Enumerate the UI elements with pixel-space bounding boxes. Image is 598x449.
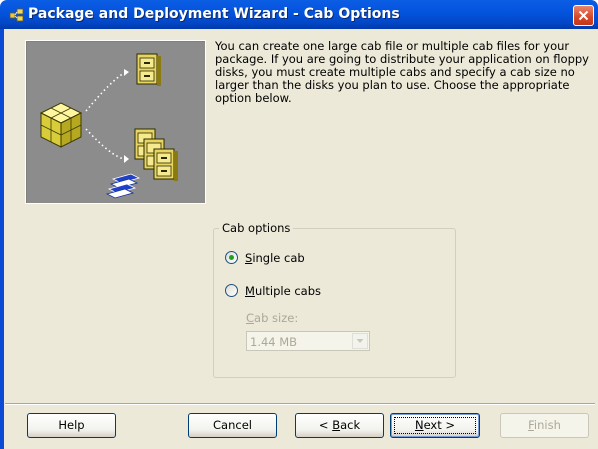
multiple-cabs-label[interactable]: Multiple cabs (245, 284, 321, 298)
finish-button[interactable]: Finish (500, 413, 589, 438)
file-cabinet-icon (136, 53, 161, 86)
single-cab-radio[interactable] (225, 251, 238, 264)
title-bar[interactable]: Package and Deployment Wizard - Cab Opti… (0, 0, 598, 29)
wizard-window: Package and Deployment Wizard - Cab Opti… (0, 0, 598, 449)
single-cab-label[interactable]: Single cab (245, 251, 305, 265)
dotted-arrow-icon (85, 69, 129, 163)
chevron-down-icon (356, 339, 364, 343)
close-button[interactable] (573, 5, 594, 26)
cab-size-label: Cab size: (246, 311, 299, 325)
next-button[interactable]: Next > (390, 413, 480, 438)
package-cube-icon (39, 102, 83, 148)
floppy-disks-icon (105, 173, 141, 199)
wizard-illustration (25, 40, 206, 204)
window-title: Package and Deployment Wizard - Cab Opti… (28, 6, 400, 22)
focus-rectangle (394, 417, 476, 434)
footer-separator-highlight (5, 404, 595, 405)
cancel-button[interactable]: Cancel (188, 413, 277, 438)
close-icon (578, 10, 589, 21)
package-wizard-icon (9, 7, 25, 23)
cab-size-value: 1.44 MB (250, 335, 298, 349)
multiple-cabs-radio[interactable] (225, 284, 238, 297)
instructions-text: You can create one large cab file or mul… (215, 39, 589, 105)
back-button[interactable]: < Back (295, 413, 384, 438)
cab-options-label: Cab options (219, 221, 294, 235)
radio-selected-dot (229, 255, 234, 260)
cab-size-dropdown[interactable]: 1.44 MB (246, 331, 370, 351)
dropdown-arrow-button[interactable] (352, 333, 368, 349)
file-cabinets-icon (134, 128, 178, 181)
help-button[interactable]: Help (27, 413, 116, 438)
